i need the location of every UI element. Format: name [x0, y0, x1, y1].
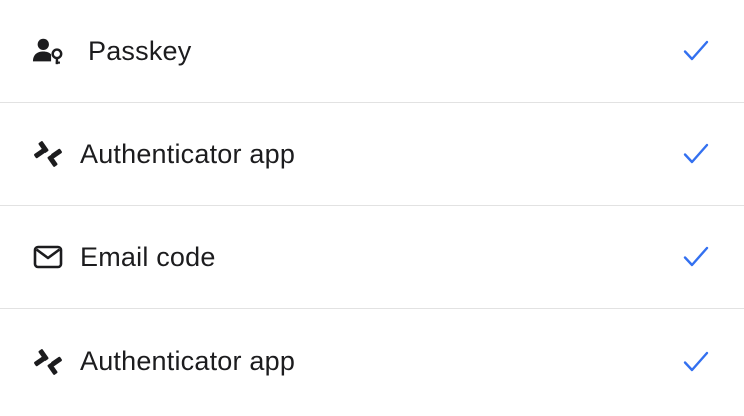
passkey-icon — [32, 35, 64, 67]
checkmark-icon — [682, 348, 710, 376]
method-row-authenticator-app-2[interactable]: Authenticator app — [0, 309, 744, 414]
method-row-email-code[interactable]: Email code — [0, 206, 744, 309]
authenticator-icon — [32, 138, 64, 170]
method-label: Email code — [80, 241, 216, 272]
authenticator-icon — [32, 346, 64, 378]
method-label: Authenticator app — [80, 138, 296, 169]
checkmark-icon — [682, 140, 710, 168]
method-label: Authenticator app — [80, 346, 296, 376]
checkmark-icon — [682, 243, 710, 271]
method-row-passkey[interactable]: Passkey — [0, 0, 744, 103]
method-label: Passkey — [88, 35, 192, 66]
envelope-icon — [32, 241, 64, 273]
mfa-method-list: Passkey Authenticator app Email code Aut… — [0, 0, 744, 416]
checkmark-icon — [682, 37, 710, 65]
method-row-authenticator-app[interactable]: Authenticator app — [0, 103, 744, 206]
